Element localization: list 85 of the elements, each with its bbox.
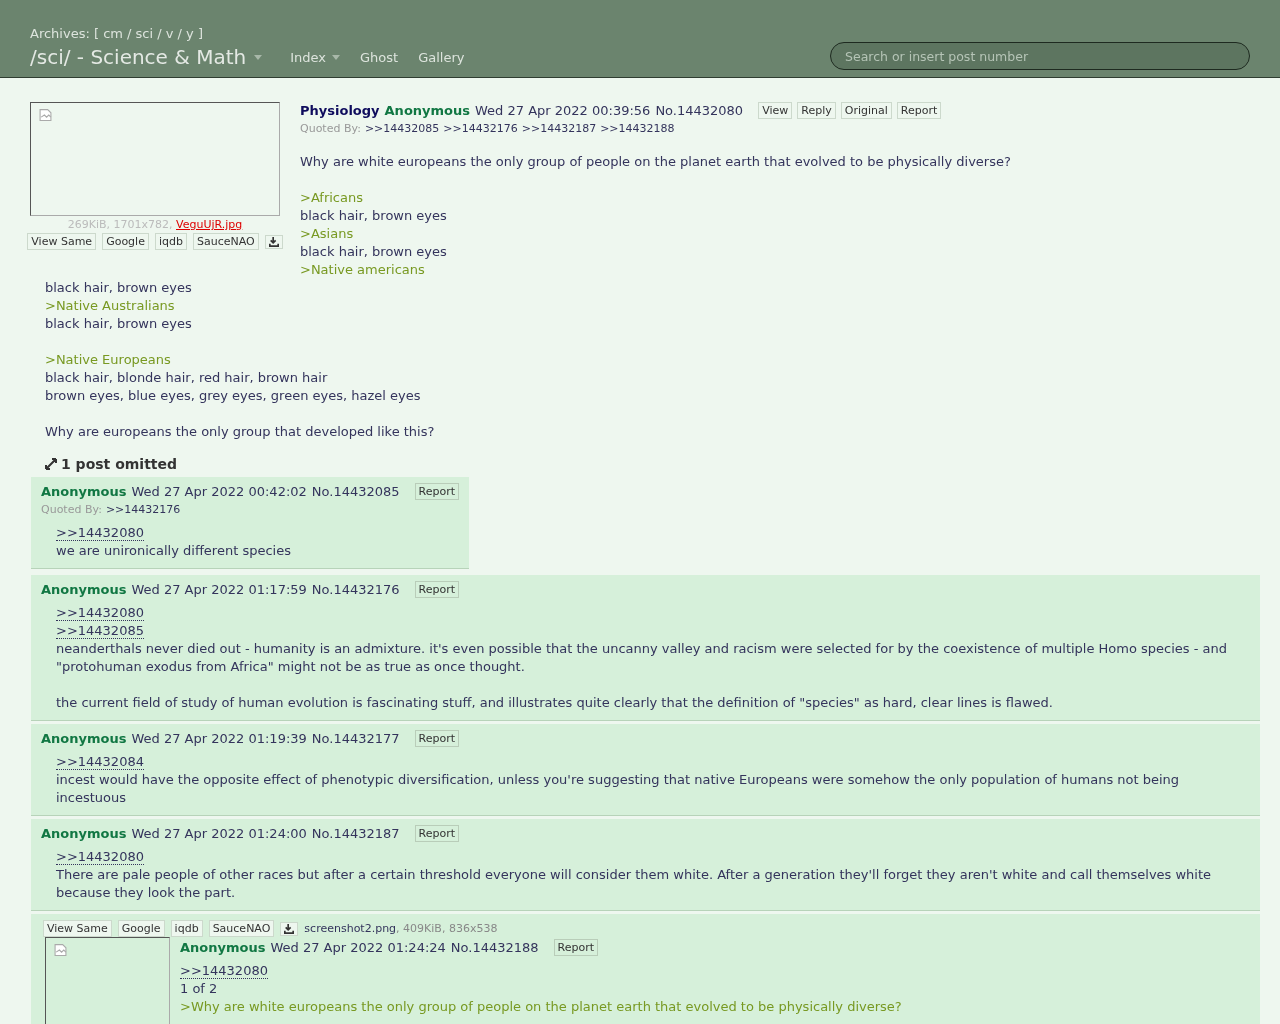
post-action-button[interactable]: Report [896, 102, 942, 119]
post-text: black hair, brown eyes [300, 207, 448, 225]
post-action-button[interactable]: View [758, 102, 793, 119]
broken-image-icon [54, 943, 67, 957]
image-search-button[interactable]: SauceNAO [192, 233, 259, 250]
post-text: Why are white europeans the only group of people on the planet earth that evolved to be physically diverse? [300, 153, 1012, 171]
reply-link[interactable]: >>14432080 [56, 605, 144, 621]
image-thumbnail[interactable] [45, 937, 170, 1024]
poster-name: Anonymous [180, 940, 266, 955]
poster-name: Anonymous [41, 582, 127, 597]
post-subject: Physiology [300, 103, 380, 118]
reply-link[interactable]: >>14432080 [56, 525, 144, 541]
poster-name: Anonymous [384, 103, 470, 118]
post-text: black hair, brown eyes [300, 243, 448, 261]
greentext-line: >Why are white europeans the only group of people on the planet earth that evolved to be physically diverse? [180, 998, 902, 1016]
post-text: black hair, brown eyes [45, 315, 193, 333]
report-button[interactable]: Report [414, 825, 460, 842]
greentext-line: >Native americans [300, 261, 426, 279]
greentext-line: >Native Europeans [45, 351, 172, 369]
post-action-button[interactable]: Reply [797, 102, 836, 119]
post-number[interactable]: No.14432187 [311, 826, 400, 841]
download-button[interactable] [280, 921, 299, 936]
post-text: There are pale people of other races but after a certain threshold everyone will consider them white. After a generation they'll forget they aren't white and call themselves white because they look the part. [56, 866, 1213, 902]
image-search-button[interactable]: iqdb [154, 233, 187, 250]
image-search-button[interactable]: Google [102, 233, 149, 250]
download-button[interactable] [264, 234, 283, 249]
post-text: black hair, blonde hair, red hair, brown hair [45, 369, 329, 387]
broken-image-icon [39, 108, 52, 122]
reply-link[interactable]: >>14432085 [56, 623, 144, 639]
post-text: black hair, brown eyes [45, 279, 193, 297]
reply-link[interactable]: >>14432080 [180, 963, 268, 979]
backlink[interactable]: >>14432085 [364, 122, 440, 135]
post-date: Wed 27 Apr 2022 01:17:59 [131, 582, 307, 597]
image-thumbnail[interactable] [30, 102, 280, 216]
greentext-line: >Africans [300, 189, 364, 207]
post-text: incest would have the opposite effect of phenotypic diversification, unless you're suggesting that native Europeans were somehow the only population of humans not being incestuous [56, 771, 1181, 807]
post-text: we are unironically different species [56, 542, 292, 560]
report-button[interactable]: Report [553, 939, 599, 956]
post-number[interactable]: No.14432085 [311, 484, 400, 499]
file-name-link[interactable]: VeguUjR.jpg [176, 218, 243, 231]
greentext-line: >Native Australians [45, 297, 176, 315]
poster-name: Anonymous [41, 484, 127, 499]
post-date: Wed 27 Apr 2022 01:19:39 [131, 731, 307, 746]
archives-links: Archives: [ cm / sci / v / y ] [30, 26, 204, 41]
file-info: screenshot2.png, 409KiB, 836x538 [304, 922, 498, 935]
backlink[interactable]: >>14432176 [105, 503, 181, 516]
quoted-by-label: Quoted By: [41, 503, 102, 516]
post-date: Wed 27 Apr 2022 00:39:56 [475, 103, 651, 118]
post-number[interactable]: No.14432188 [450, 940, 539, 955]
backlink[interactable]: >>14432187 [521, 122, 597, 135]
omitted-posts: 1 post omitted [61, 456, 178, 472]
image-search-button[interactable]: View Same [27, 233, 97, 250]
caret-icon [254, 54, 263, 60]
post-number[interactable]: No.14432177 [311, 731, 400, 746]
post-date: Wed 27 Apr 2022 00:42:02 [131, 484, 307, 499]
report-button[interactable]: Report [414, 730, 460, 747]
post-date: Wed 27 Apr 2022 01:24:24 [270, 940, 446, 955]
post-date: Wed 27 Apr 2022 01:24:00 [131, 826, 307, 841]
report-button[interactable]: Report [414, 581, 460, 598]
backlink[interactable]: >>14432188 [600, 122, 675, 135]
expand-icon [45, 458, 57, 470]
post-text: neanderthals never died out - humanity is an admixture. it's even possible that the uncanny valley and racism were selected for by the coexistence of multiple Homo species - and "protohuman exodus from Africa" might not be as true as once thought. [56, 640, 1229, 676]
report-button[interactable]: Report [414, 483, 460, 500]
image-search-button[interactable]: Google [117, 920, 165, 937]
backlink[interactable]: >>14432176 [443, 122, 518, 135]
file-info: 269KiB, 1701x782, VeguUjR.jpg [67, 218, 243, 231]
quoted-by-label: Quoted By: [300, 122, 361, 135]
search-field[interactable]: Search or insert post number [830, 42, 1250, 70]
poster-name: Anonymous [41, 731, 127, 746]
post-action-button[interactable]: Original [840, 102, 892, 119]
greentext-line: >Asians [300, 225, 355, 243]
poster-name: Anonymous [41, 826, 127, 841]
image-search-button[interactable]: SauceNAO [208, 920, 275, 937]
post-text: the current field of study of human evolution is fascinating stuff, and illustrates quite clearly that the definition of "species" as hard, clear lines is flawed. [56, 694, 1054, 712]
download-icon [268, 236, 279, 247]
post-text: 1 of 2 [180, 980, 219, 998]
post-text: brown eyes, blue eyes, grey eyes, green eyes, hazel eyes [45, 387, 422, 405]
post-number[interactable]: No.14432080 [655, 103, 744, 118]
image-search-button[interactable]: View Same [43, 920, 112, 937]
post-text: Why are europeans the only group that developed like this? [45, 423, 436, 441]
reply-link[interactable]: >>14432084 [56, 754, 144, 770]
post-number[interactable]: No.14432176 [311, 582, 400, 597]
image-search-button[interactable]: iqdb [170, 920, 203, 937]
reply-link[interactable]: >>14432080 [56, 849, 144, 865]
download-icon [284, 923, 295, 934]
